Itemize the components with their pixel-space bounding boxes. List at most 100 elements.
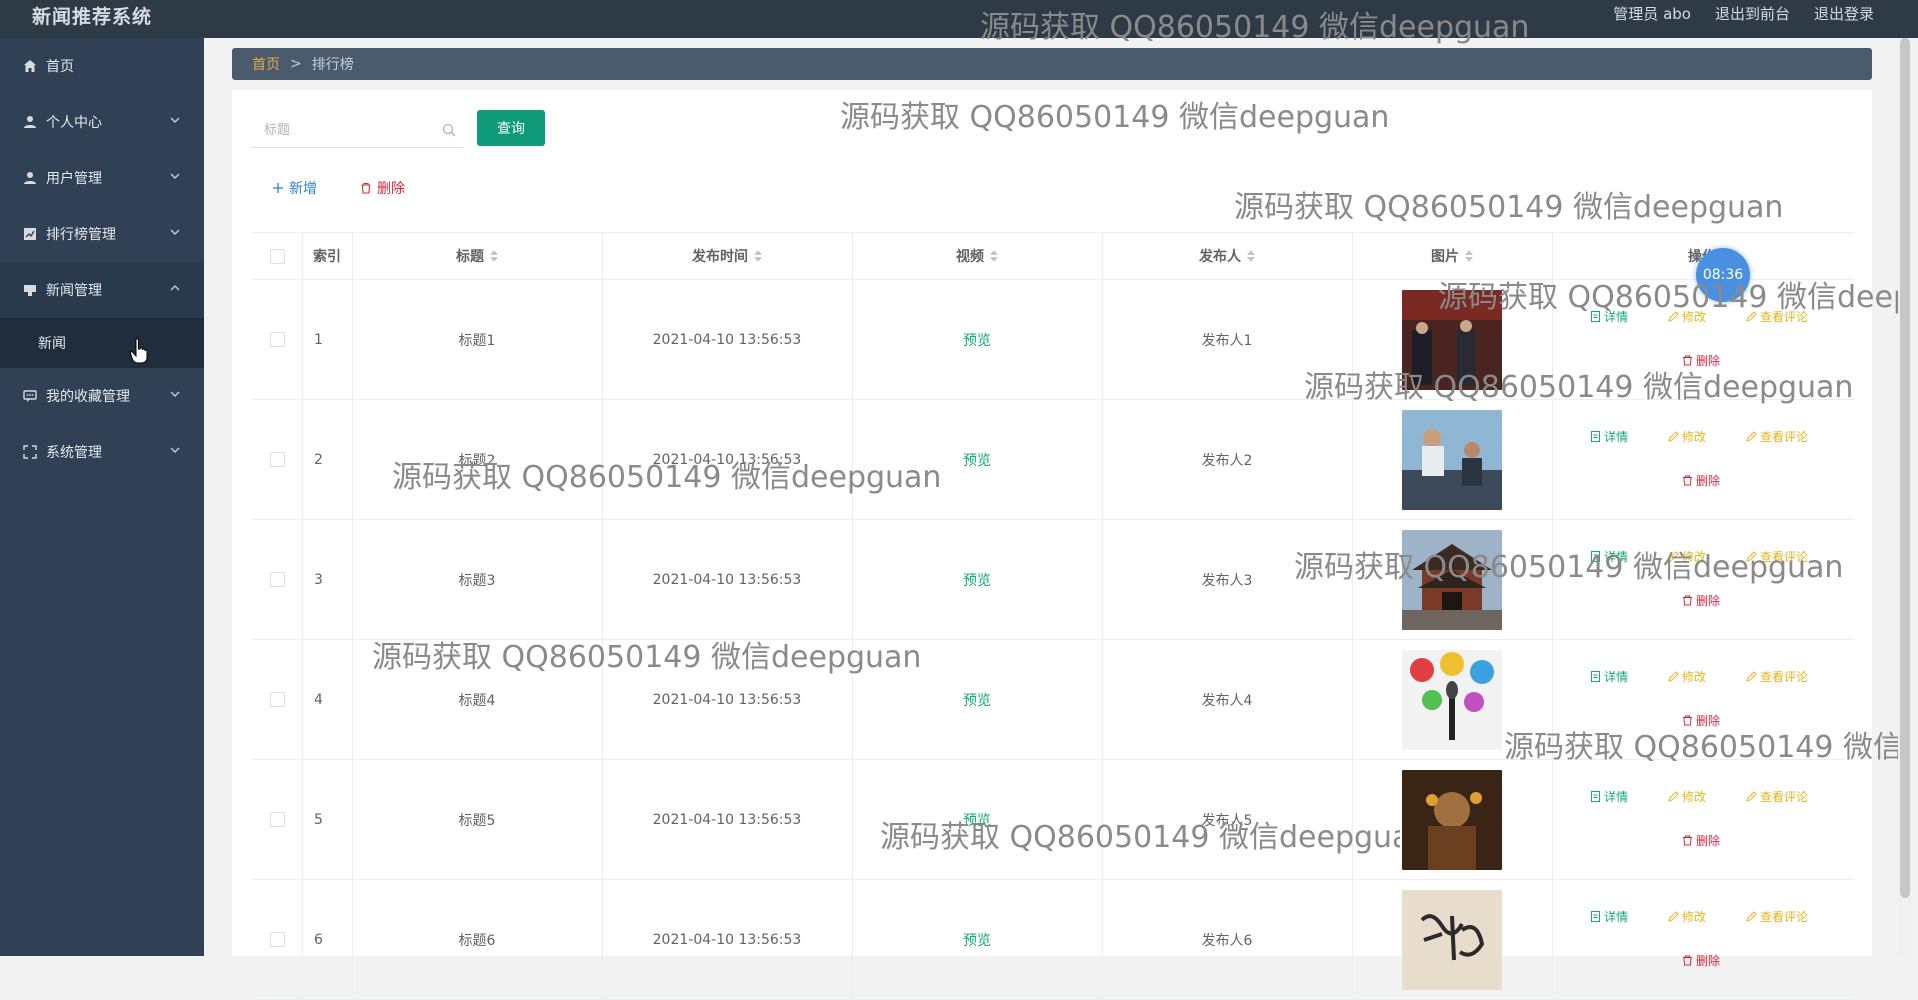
col-title-label: 标题 xyxy=(456,249,484,265)
back-to-front-link[interactable]: 退出到前台 xyxy=(1715,3,1790,24)
detail-button[interactable]: 详情 xyxy=(1590,548,1628,565)
edit-button[interactable]: 修改 xyxy=(1668,428,1706,445)
video-preview-link[interactable]: 预览 xyxy=(963,570,991,590)
add-button[interactable]: 新增 xyxy=(272,178,317,198)
video-preview-link[interactable]: 预览 xyxy=(963,690,991,710)
scrollbar-thumb[interactable] xyxy=(1900,38,1910,898)
news-thumbnail[interactable] xyxy=(1402,409,1502,510)
cell-index: 5 xyxy=(314,811,323,828)
hand-cursor-icon xyxy=(130,338,148,364)
delete-button[interactable]: 删除 xyxy=(1682,712,1720,729)
cell-time: 2021-04-10 13:56:53 xyxy=(652,331,802,348)
batch-delete-button[interactable]: 删除 xyxy=(360,178,405,198)
edit-label: 修改 xyxy=(1682,310,1707,324)
logout-link[interactable]: 退出登录 xyxy=(1814,3,1874,24)
delete-label: 删除 xyxy=(1696,954,1721,968)
video-preview-link[interactable]: 预览 xyxy=(963,810,991,830)
col-image[interactable]: 图片 xyxy=(1352,233,1552,279)
chevron-down-icon xyxy=(170,117,180,123)
document-icon xyxy=(1591,911,1600,922)
sidebar-item-label: 新闻管理 xyxy=(46,283,102,299)
cell-index: 6 xyxy=(314,931,323,948)
sidebar-item-personal[interactable]: 个人中心 xyxy=(0,94,204,150)
vertical-scrollbar[interactable] xyxy=(1898,38,1912,956)
sidebar-item-label: 系统管理 xyxy=(46,445,102,461)
edit-button[interactable]: 修改 xyxy=(1668,308,1706,325)
table-row: 1 标题1 2021-04-10 13:56:53 预览 发布人1 详情 修改 查看评论 删除 xyxy=(252,280,1854,400)
row-checkbox[interactable] xyxy=(269,692,285,707)
sidebar-item-news[interactable]: 新闻管理 xyxy=(0,262,204,318)
col-video[interactable]: 视频 xyxy=(852,233,1102,279)
sidebar-item-users[interactable]: 用户管理 xyxy=(0,150,204,206)
col-title[interactable]: 标题 xyxy=(352,233,602,279)
news-thumbnail[interactable] xyxy=(1402,289,1502,390)
col-time-label: 发布时间 xyxy=(692,249,748,265)
detail-label: 详情 xyxy=(1604,430,1629,444)
cell-title: 标题1 xyxy=(458,332,496,349)
view-comments-button[interactable]: 查看评论 xyxy=(1746,908,1808,925)
video-preview-link[interactable]: 预览 xyxy=(963,930,991,950)
sort-icon xyxy=(1465,250,1473,262)
clock-badge: 08:36 xyxy=(1696,248,1750,302)
row-actions: 详情 修改 查看评论删除 xyxy=(1552,640,1852,759)
query-button[interactable]: 查询 xyxy=(477,110,545,146)
cell-title: 标题2 xyxy=(458,452,496,469)
delete-button[interactable]: 删除 xyxy=(1682,832,1720,849)
news-thumbnail[interactable] xyxy=(1402,769,1502,870)
edit-button[interactable]: 修改 xyxy=(1668,908,1706,925)
delete-button[interactable]: 删除 xyxy=(1682,952,1720,969)
delete-button[interactable]: 删除 xyxy=(1682,592,1720,609)
sidebar-item-system[interactable]: 系统管理 xyxy=(0,424,204,480)
view-comments-button[interactable]: 查看评论 xyxy=(1746,668,1808,685)
col-image-label: 图片 xyxy=(1431,249,1459,265)
sidebar-item-favorites[interactable]: 我的收藏管理 xyxy=(0,368,204,424)
detail-button[interactable]: 详情 xyxy=(1590,428,1628,445)
detail-label: 详情 xyxy=(1604,310,1629,324)
edit-button[interactable]: 修改 xyxy=(1668,668,1706,685)
sidebar-item-label: 首页 xyxy=(46,59,74,75)
video-preview-link[interactable]: 预览 xyxy=(963,330,991,350)
detail-button[interactable]: 详情 xyxy=(1590,908,1628,925)
edit-button[interactable]: 修改 xyxy=(1668,788,1706,805)
breadcrumb-home[interactable]: 首页 xyxy=(252,54,280,74)
news-thumbnail[interactable] xyxy=(1402,889,1502,990)
video-preview-link[interactable]: 预览 xyxy=(963,450,991,470)
trash-icon xyxy=(1683,355,1692,366)
row-checkbox[interactable] xyxy=(269,452,285,467)
delete-button[interactable]: 删除 xyxy=(1682,472,1720,489)
row-checkbox[interactable] xyxy=(269,572,285,587)
view-comments-button[interactable]: 查看评论 xyxy=(1746,548,1808,565)
cell-time: 2021-04-10 13:56:53 xyxy=(652,691,802,708)
detail-button[interactable]: 详情 xyxy=(1590,668,1628,685)
header-links: 管理员 abo 退出到前台 退出登录 xyxy=(1613,3,1874,24)
cell-title: 标题4 xyxy=(458,692,496,709)
row-checkbox[interactable] xyxy=(269,332,285,347)
detail-button[interactable]: 详情 xyxy=(1590,308,1628,325)
edit-icon xyxy=(1668,431,1679,442)
edit-icon xyxy=(1668,311,1679,322)
detail-button[interactable]: 详情 xyxy=(1590,788,1628,805)
select-all-checkbox[interactable] xyxy=(269,248,285,264)
edit-button[interactable]: 修改 xyxy=(1668,548,1706,565)
col-publisher[interactable]: 发布人 xyxy=(1102,233,1352,279)
delete-button[interactable]: 删除 xyxy=(1682,352,1720,369)
sidebar-item-ranking[interactable]: 排行榜管理 xyxy=(0,206,204,262)
sidebar-item-home[interactable]: 首页 xyxy=(0,38,204,94)
col-time[interactable]: 发布时间 xyxy=(602,233,852,279)
edit-label: 修改 xyxy=(1682,670,1707,684)
sidebar-subitem-news[interactable]: 新闻 xyxy=(0,318,204,368)
news-thumbnail[interactable] xyxy=(1402,529,1502,630)
news-thumbnail[interactable] xyxy=(1402,649,1502,750)
row-checkbox[interactable] xyxy=(269,812,285,827)
search-title-input[interactable] xyxy=(252,112,436,148)
breadcrumb-separator: > xyxy=(290,56,302,72)
view-comments-button[interactable]: 查看评论 xyxy=(1746,788,1808,805)
view-comments-button[interactable]: 查看评论 xyxy=(1746,428,1808,445)
delete-label: 删除 xyxy=(1696,594,1721,608)
sidebar-item-label: 个人中心 xyxy=(46,115,102,131)
edit-icon xyxy=(1746,911,1757,922)
edit-icon xyxy=(1668,791,1679,802)
view-comments-button[interactable]: 查看评论 xyxy=(1746,308,1808,325)
row-checkbox[interactable] xyxy=(269,932,285,947)
edit-icon xyxy=(1668,671,1679,682)
